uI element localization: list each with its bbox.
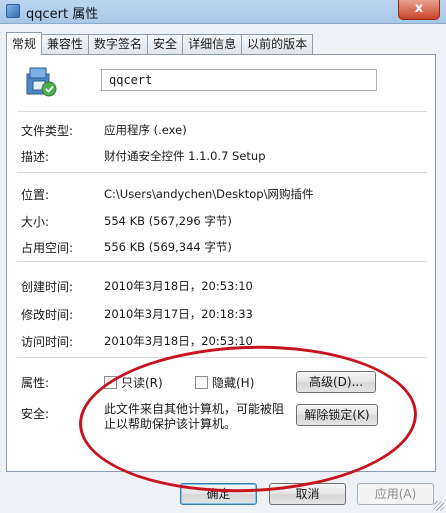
- tab-details[interactable]: 详细信息: [182, 34, 243, 54]
- created-value: 2010年3月18日，20:53:10: [104, 279, 253, 293]
- size-on-disk-value: 556 KB (569,344 字节): [104, 240, 232, 254]
- close-button[interactable]: x: [398, 0, 440, 20]
- apply-button[interactable]: 应用(A): [357, 483, 434, 505]
- tab-compatibility[interactable]: 兼容性: [41, 34, 90, 54]
- modified-value: 2010年3月17日，20:18:33: [104, 307, 253, 321]
- advanced-button[interactable]: 高级(D)...: [296, 371, 376, 393]
- accessed-value: 2010年3月18日，20:53:10: [104, 334, 253, 348]
- readonly-label[interactable]: 只读(R): [121, 374, 163, 391]
- description-label: 描述:: [21, 150, 50, 164]
- divider: [17, 111, 427, 112]
- file-type-value: 应用程序 (.exe): [104, 123, 187, 137]
- divider: [17, 357, 427, 358]
- modified-label: 修改时间:: [21, 308, 74, 322]
- created-label: 创建时间:: [21, 280, 74, 294]
- accessed-label: 访问时间:: [21, 335, 74, 349]
- window-title: qqcert 属性: [26, 7, 99, 22]
- file-type-label: 文件类型:: [21, 124, 74, 138]
- tab-strip: 常规 兼容性 数字签名 安全 详细信息 以前的版本: [6, 32, 314, 55]
- divider: [17, 261, 427, 262]
- ok-button[interactable]: 确定: [180, 483, 257, 505]
- tab-security[interactable]: 安全: [147, 34, 184, 54]
- unblock-button[interactable]: 解除锁定(K): [296, 404, 378, 426]
- title-bar[interactable]: qqcert 属性 x: [0, 0, 446, 24]
- window-icon: [6, 4, 20, 18]
- file-name-field[interactable]: qqcert: [101, 69, 377, 91]
- dialog-client-area: 常规 兼容性 数字签名 安全 详细信息 以前的版本 qqcert 文件类型: 应…: [0, 24, 446, 513]
- description-value: 财付通安全控件 1.1.0.7 Setup: [104, 149, 266, 163]
- size-on-disk-label: 占用空间:: [21, 241, 74, 255]
- attributes-label: 属性:: [21, 376, 50, 390]
- hidden-label[interactable]: 隐藏(H): [212, 374, 254, 391]
- hidden-checkbox[interactable]: [195, 376, 208, 389]
- installer-package-icon: [26, 67, 57, 97]
- resize-grip[interactable]: [434, 501, 444, 511]
- size-value: 554 KB (567,296 字节): [104, 214, 232, 228]
- size-label: 大小:: [21, 215, 50, 229]
- tab-digital-signatures[interactable]: 数字签名: [88, 34, 149, 54]
- divider: [17, 172, 427, 173]
- location-value: C:\Users\andychen\Desktop\网购插件: [104, 187, 314, 201]
- tab-general[interactable]: 常规: [6, 32, 43, 55]
- cancel-button[interactable]: 取消: [269, 483, 346, 505]
- location-label: 位置:: [21, 188, 50, 202]
- security-warning-text: 此文件来自其他计算机，可能被阻止以帮助保护该计算机。: [104, 402, 285, 431]
- readonly-checkbox[interactable]: [104, 376, 117, 389]
- tab-previous-versions[interactable]: 以前的版本: [241, 34, 314, 54]
- security-label: 安全:: [21, 407, 50, 421]
